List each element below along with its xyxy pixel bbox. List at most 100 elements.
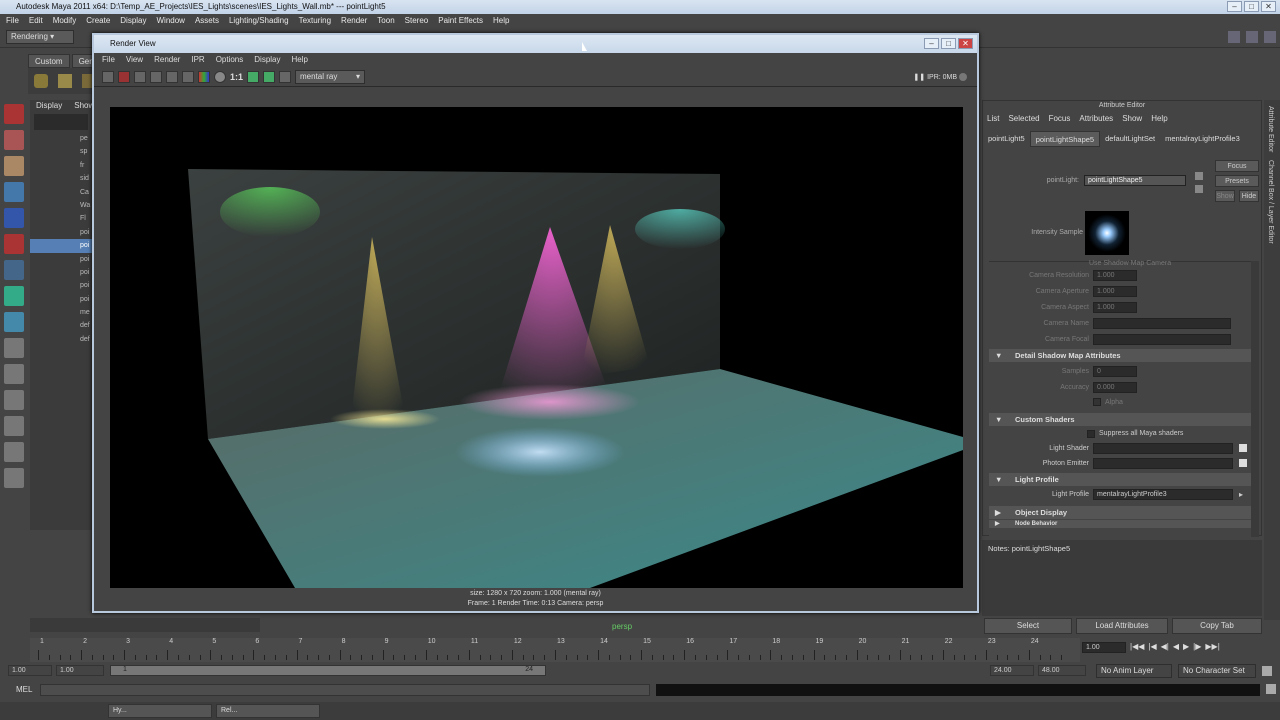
shelf-cube-icon[interactable] [58, 74, 72, 88]
ae-tab-pointlight[interactable]: pointLight5 [983, 131, 1030, 147]
end-time-field[interactable]: 48.00 [1038, 665, 1086, 676]
ae-menu-attributes[interactable]: Attributes [1079, 111, 1113, 127]
display-corrections-icon[interactable] [279, 70, 292, 83]
outliner-row[interactable]: poi [30, 226, 92, 239]
menu-edit[interactable]: Edit [29, 14, 43, 28]
taskbar-render-view[interactable]: Rel... [216, 704, 320, 718]
go-to-end-icon[interactable]: ▶▶| [1205, 642, 1219, 651]
menu-file[interactable]: File [6, 14, 19, 28]
outliner-row-selected[interactable]: poi [30, 239, 92, 253]
layout-single-icon[interactable] [4, 338, 24, 358]
node-name-field[interactable]: pointLightShape5 [1084, 175, 1186, 186]
rv-menu-render[interactable]: Render [154, 53, 180, 67]
side-tab-attribute-editor[interactable]: Attribute Editor [1267, 106, 1274, 152]
mel-label[interactable]: MEL [16, 685, 32, 694]
shelf-tab-custom[interactable]: Custom [28, 54, 70, 68]
outliner-menu-display[interactable]: Display [36, 100, 62, 112]
camera-aperture-field[interactable]: 1.000 [1093, 286, 1137, 297]
ae-menu-list[interactable]: List [987, 111, 999, 127]
outliner-row[interactable]: poi [30, 266, 92, 279]
menu-texturing[interactable]: Texturing [299, 14, 331, 28]
render-view-title-bar[interactable]: Render View – □ ✕ [94, 35, 977, 53]
scale-tool-icon[interactable] [4, 234, 24, 254]
section-light-profile[interactable]: ▼ Light Profile [989, 473, 1251, 486]
refresh-ipr-icon[interactable] [166, 70, 178, 83]
paint-tool-icon[interactable] [4, 156, 24, 176]
go-input-icon[interactable] [1195, 172, 1203, 180]
hypershade-scrollbar[interactable] [30, 618, 260, 632]
ae-menu-help[interactable]: Help [1151, 111, 1167, 127]
select-button[interactable]: Select [984, 618, 1072, 634]
outliner-row[interactable]: Ca [30, 186, 92, 199]
rv-menu-options[interactable]: Options [216, 53, 244, 67]
rv-menu-display[interactable]: Display [254, 53, 280, 67]
maximize-icon[interactable]: □ [1244, 1, 1259, 12]
step-forward-icon[interactable]: |▶ [1193, 642, 1201, 651]
menu-paint-effects[interactable]: Paint Effects [438, 14, 483, 28]
menu-modify[interactable]: Modify [53, 14, 77, 28]
minimize-icon[interactable]: – [924, 38, 939, 49]
playback-start-field[interactable]: 1.00 [56, 665, 104, 676]
rotate-tool-icon[interactable] [4, 208, 24, 228]
shelf-sphere-icon[interactable] [34, 74, 48, 88]
maximize-icon[interactable]: □ [941, 38, 956, 49]
map-button-icon[interactable] [1239, 444, 1247, 452]
move-tool-icon[interactable] [4, 182, 24, 202]
focus-button[interactable]: Focus [1215, 160, 1259, 172]
rendered-image[interactable] [110, 107, 963, 588]
ipr-render-icon[interactable] [118, 70, 130, 83]
menu-window[interactable]: Window [157, 14, 185, 28]
taskbar-hypershade[interactable]: Hy... [108, 704, 212, 718]
alpha-channel-icon[interactable] [214, 70, 226, 83]
play-forward-icon[interactable]: ▶ [1183, 642, 1189, 651]
outliner-row[interactable]: poi [30, 293, 92, 306]
suppress-shaders-checkbox[interactable] [1087, 430, 1095, 438]
range-slider[interactable]: 1 24 [110, 665, 546, 676]
snapshot-icon[interactable] [134, 70, 146, 83]
manipulator-tool-icon[interactable] [4, 260, 24, 280]
menu-set-dropdown[interactable]: Rendering ▾ [6, 30, 74, 44]
go-to-start-icon[interactable]: |◀◀ [1130, 642, 1144, 651]
last-tool-icon[interactable] [4, 312, 24, 332]
outliner-row[interactable]: Wa [30, 199, 92, 212]
menu-help[interactable]: Help [493, 14, 509, 28]
close-icon[interactable]: ✕ [958, 38, 973, 49]
ae-tab-lightprofile[interactable]: mentalrayLightProfile3 [1160, 131, 1245, 147]
ae-menu-selected[interactable]: Selected [1008, 111, 1039, 127]
ae-tab-defaultlightset[interactable]: defaultLightSet [1100, 131, 1160, 147]
outliner-row[interactable]: pe [30, 132, 92, 145]
outliner-row[interactable]: def [30, 319, 92, 332]
minimize-icon[interactable]: – [1227, 1, 1242, 12]
notes-field[interactable] [982, 558, 1262, 616]
ae-scrollbar[interactable] [1251, 261, 1259, 537]
go-to-node-icon[interactable]: ▸ [1239, 490, 1247, 499]
remove-image-icon[interactable] [263, 70, 276, 83]
layout-graph-icon[interactable] [4, 442, 24, 462]
anim-prefs-icon[interactable] [1262, 666, 1272, 676]
current-time-field[interactable]: 1.00 [1082, 642, 1126, 653]
alpha-checkbox[interactable] [1093, 398, 1101, 406]
start-time-field[interactable]: 1.00 [8, 665, 52, 676]
soft-mod-tool-icon[interactable] [4, 286, 24, 306]
menu-create[interactable]: Create [86, 14, 110, 28]
layout-two-icon[interactable] [4, 390, 24, 410]
menu-lighting[interactable]: Lighting/Shading [229, 14, 289, 28]
presets-button[interactable]: Presets [1215, 175, 1259, 187]
step-back-key-icon[interactable]: |◀ [1148, 642, 1156, 651]
ae-tab-pointlightshape[interactable]: pointLightShape5 [1029, 131, 1101, 147]
tool-settings-toggle-icon[interactable] [1246, 31, 1258, 43]
attribute-editor-toggle-icon[interactable] [1228, 31, 1240, 43]
outliner-row[interactable]: sid [30, 172, 92, 185]
menu-assets[interactable]: Assets [195, 14, 219, 28]
menu-toon[interactable]: Toon [377, 14, 394, 28]
outliner-row[interactable]: poi [30, 279, 92, 292]
outliner-row[interactable]: me [30, 306, 92, 319]
pause-icon[interactable]: ❚❚ [913, 74, 925, 81]
keep-image-icon[interactable] [247, 70, 260, 83]
section-node-behavior[interactable]: ▶ Node Behavior [989, 520, 1251, 528]
close-icon[interactable]: ✕ [1261, 1, 1276, 12]
layout-four-icon[interactable] [4, 364, 24, 384]
side-tab-channel-box[interactable]: Channel Box / Layer Editor [1267, 160, 1274, 244]
load-attributes-button[interactable]: Load Attributes [1076, 618, 1168, 634]
layout-hypershade-icon[interactable] [4, 468, 24, 488]
